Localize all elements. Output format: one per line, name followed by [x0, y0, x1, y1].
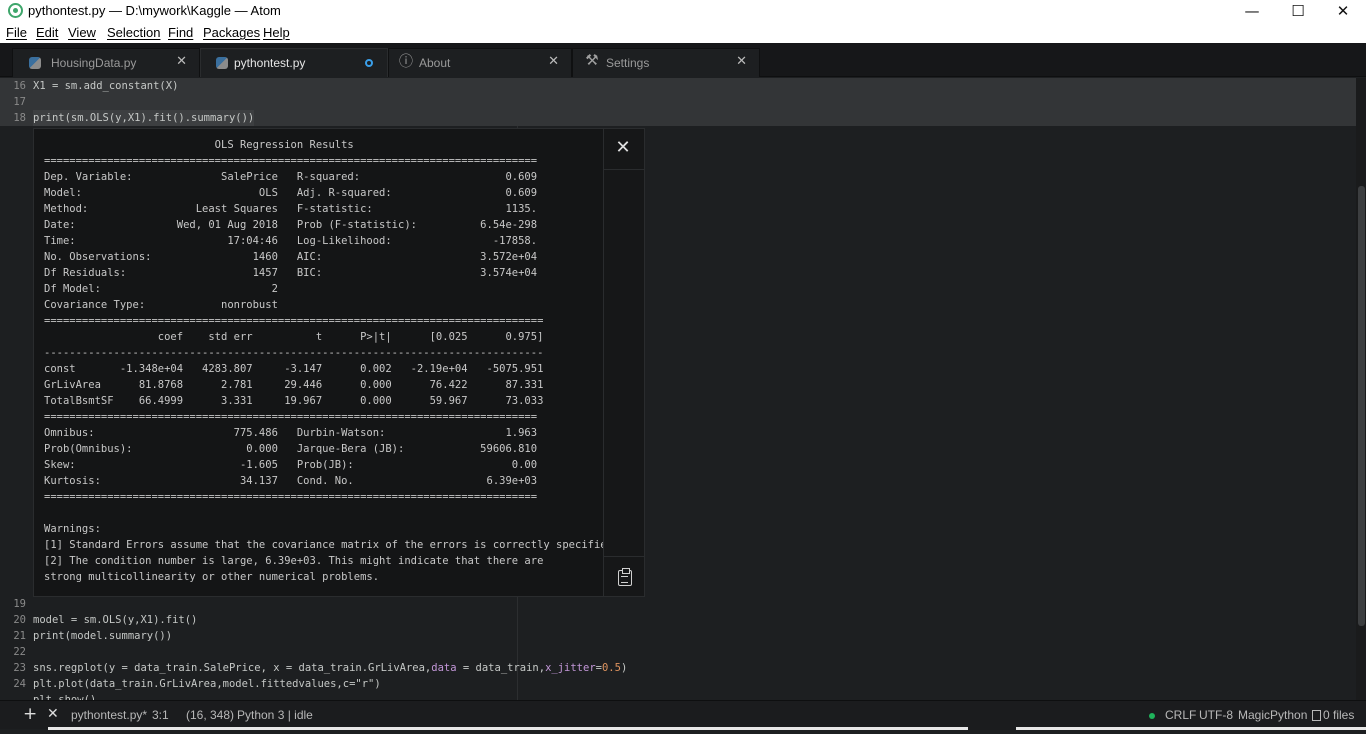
tab-about[interactable]: ⓘ About ✕: [388, 48, 572, 77]
menu-edit[interactable]: Edit: [36, 25, 58, 40]
status-encoding[interactable]: UTF-8: [1199, 708, 1233, 722]
code-line[interactable]: 18 print(sm.OLS(y,X1).fit().summary()): [0, 110, 1356, 126]
divider: [603, 169, 644, 170]
tab-label: pythontest.py: [234, 56, 306, 70]
code-line[interactable]: 21 print(model.summary()): [0, 628, 1356, 644]
code-segment: ): [620, 662, 628, 674]
divider: [603, 556, 644, 557]
inline-output-panel: OLS Regression Results =================…: [33, 128, 645, 597]
code-text[interactable]: print(model.summary()): [33, 628, 172, 644]
clipboard-copy-icon[interactable]: [618, 568, 632, 586]
tab-label: Settings: [606, 56, 650, 70]
tab-bar: HousingData.py ✕ pythontest.py ⓘ About ✕…: [0, 43, 1366, 77]
git-file-icon: [1312, 710, 1321, 721]
close-window-button[interactable]: ✕: [1320, 0, 1366, 22]
output-side-toolbar: ✕: [603, 129, 644, 596]
window-title-bar: pythontest.py — D:\mywork\Kaggle — Atom …: [0, 0, 1366, 22]
code-segment: = data_train,: [456, 662, 546, 674]
menu-help[interactable]: Help: [263, 25, 290, 40]
menu-file[interactable]: File: [6, 25, 27, 40]
status-grammar[interactable]: MagicPython: [1238, 708, 1307, 722]
editor-scrollbar[interactable]: [1356, 78, 1366, 700]
code-text[interactable]: X1 = sm.add_constant(X): [33, 78, 178, 94]
status-selection-count[interactable]: (16, 348): [186, 708, 234, 722]
taskbar-edge: [48, 727, 1366, 730]
info-icon: ⓘ: [399, 54, 413, 70]
code-line[interactable]: 19: [0, 596, 1356, 612]
code-line[interactable]: plt.show(): [0, 692, 1356, 700]
tab-close-icon[interactable]: ✕: [548, 54, 559, 69]
line-number: 19: [13, 598, 26, 610]
window-title: pythontest.py — D:\mywork\Kaggle — Atom: [28, 3, 281, 18]
menu-find[interactable]: Find: [168, 25, 193, 40]
status-bar: + ✕ pythontest.py* 3:1 (16, 348) Python …: [0, 700, 1366, 729]
code-line[interactable]: 17: [0, 94, 1356, 110]
keyword-argument: data: [431, 662, 457, 674]
add-icon[interactable]: +: [23, 704, 37, 724]
close-icon[interactable]: ✕: [47, 706, 59, 722]
minimize-button[interactable]: —: [1229, 0, 1275, 22]
tab-close-icon[interactable]: ✕: [736, 54, 747, 69]
code-text[interactable]: sns.regplot(y = data_train.SalePrice, x …: [33, 660, 627, 676]
line-number: 16: [13, 80, 26, 92]
menu-packages[interactable]: Packages: [203, 25, 260, 40]
menu-selection[interactable]: Selection: [107, 25, 160, 40]
tab-label: About: [419, 56, 451, 70]
python-file-icon: [216, 57, 228, 69]
line-number: 21: [13, 630, 26, 642]
line-number: 17: [13, 96, 26, 108]
code-text[interactable]: plt.plot(data_train.GrLivArea,model.fitt…: [33, 676, 381, 692]
menu-view[interactable]: View: [68, 25, 96, 40]
tab-label: HousingData.py: [51, 56, 137, 70]
tab-pythontest[interactable]: pythontest.py: [200, 48, 388, 77]
tab-housingdata[interactable]: HousingData.py ✕: [12, 48, 200, 77]
status-line-ending[interactable]: CRLF: [1165, 708, 1196, 722]
tab-settings[interactable]: ⚒ Settings ✕: [572, 48, 760, 77]
code-text[interactable]: plt.show(): [33, 692, 96, 700]
regression-output-text: OLS Regression Results =================…: [44, 139, 620, 583]
modified-indicator-icon[interactable]: [365, 59, 373, 67]
tools-icon: ⚒: [585, 51, 599, 69]
code-line[interactable]: 23 sns.regplot(y = data_train.SalePrice,…: [0, 660, 1356, 676]
tab-close-icon[interactable]: ✕: [176, 54, 187, 69]
maximize-button[interactable]: ☐: [1275, 0, 1321, 22]
line-number: 24: [13, 678, 26, 690]
close-output-icon[interactable]: ✕: [614, 139, 632, 157]
code-text[interactable]: model = sm.OLS(y,X1).fit(): [33, 612, 197, 628]
atom-logo-icon: [8, 3, 23, 18]
line-number: 20: [13, 614, 26, 626]
status-git[interactable]: 0 files: [1323, 708, 1354, 722]
taskbar-gap: [968, 727, 1016, 730]
status-cursor-position[interactable]: 3:1: [152, 708, 169, 722]
line-number: 22: [13, 646, 26, 658]
code-text[interactable]: print(sm.OLS(y,X1).fit().summary()): [33, 110, 255, 126]
status-indicator-icon: [1149, 713, 1155, 719]
number-literal: 0.5: [601, 662, 621, 674]
line-number: 23: [13, 662, 26, 674]
menu-bar: File Edit View Selection Find Packages H…: [0, 22, 1366, 43]
keyword-argument: x_jitter: [545, 662, 596, 674]
status-kernel[interactable]: Python 3 | idle: [237, 708, 313, 722]
python-file-icon: [29, 57, 41, 69]
code-line[interactable]: 24 plt.plot(data_train.GrLivArea,model.f…: [0, 676, 1356, 692]
status-file-name[interactable]: pythontest.py*: [71, 708, 147, 722]
code-line[interactable]: 22: [0, 644, 1356, 660]
line-number: 18: [13, 112, 26, 124]
scrollbar-thumb[interactable]: [1358, 186, 1365, 626]
code-segment: sns.regplot(y = data_train.SalePrice, x …: [33, 662, 432, 674]
code-line[interactable]: 20 model = sm.OLS(y,X1).fit(): [0, 612, 1356, 628]
code-line[interactable]: 16 X1 = sm.add_constant(X): [0, 78, 1356, 94]
